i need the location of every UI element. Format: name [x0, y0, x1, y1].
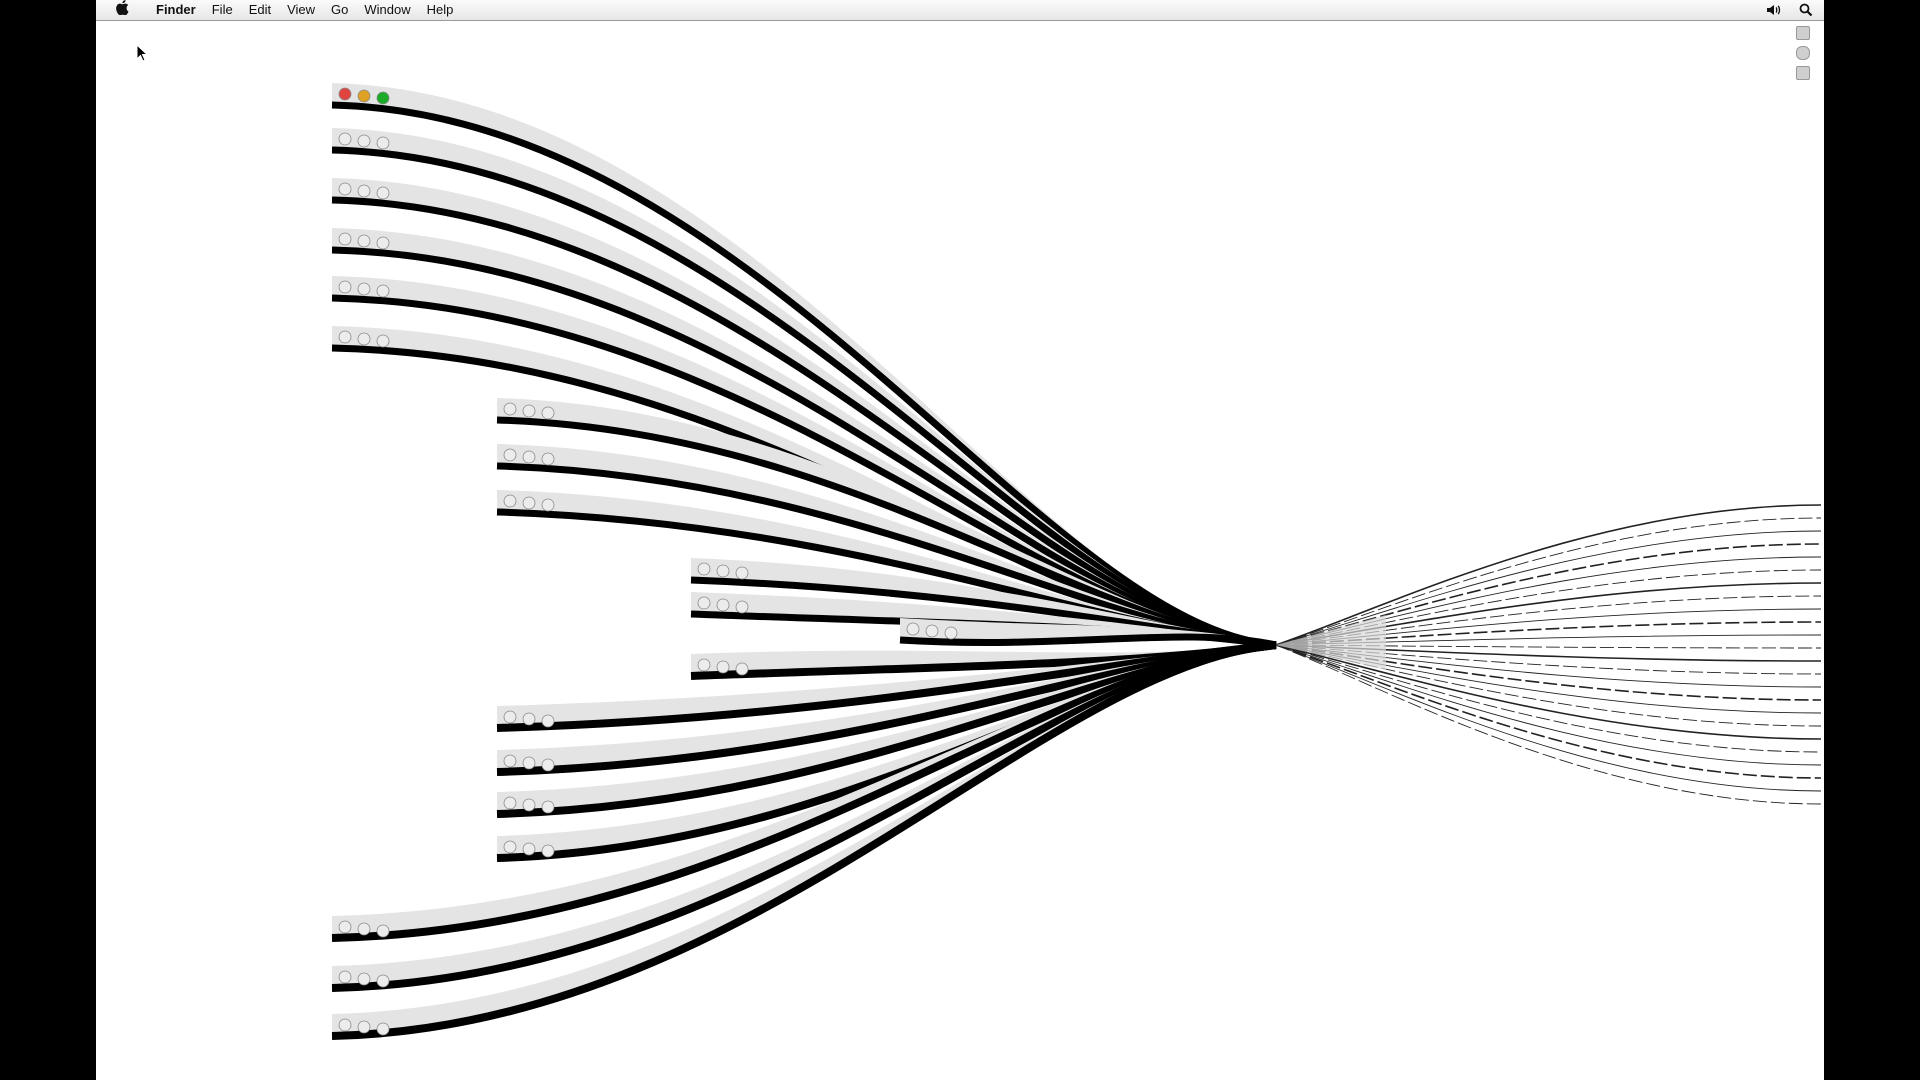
close-button [906, 622, 920, 636]
close-button [338, 132, 352, 146]
close-button [503, 840, 517, 854]
menu-file[interactable]: File [204, 0, 241, 20]
minimize-button [716, 660, 730, 674]
minimize-button [357, 1020, 371, 1034]
zoom-button [735, 662, 749, 676]
minimize-button [357, 184, 371, 198]
zoom-button [376, 334, 390, 348]
minimize-button [925, 624, 939, 638]
disk-icon[interactable] [1796, 46, 1810, 60]
zoom-button [944, 626, 958, 640]
minimize-button [357, 234, 371, 248]
close-button [503, 796, 517, 810]
genie-animation [331, 83, 1822, 1040]
zoom-button [376, 136, 390, 150]
window-edge [331, 101, 1277, 649]
minimize-button [522, 404, 536, 418]
close-button [338, 182, 352, 196]
menu-bar: Finder File Edit View Go Window Help [96, 0, 1824, 21]
minimize-button [522, 496, 536, 510]
close-button [503, 710, 517, 724]
close-button [338, 232, 352, 246]
menu-go[interactable]: Go [323, 0, 356, 20]
zoom-button [376, 284, 390, 298]
zoom-button [376, 1022, 390, 1036]
minimize-button [357, 972, 371, 986]
minimize-button [522, 842, 536, 856]
desktop-icons [1796, 26, 1810, 80]
zoom-button [376, 186, 390, 200]
zoom-button [541, 498, 555, 512]
close-button [503, 494, 517, 508]
zoom-button [735, 600, 749, 614]
minimize-button [716, 564, 730, 578]
close-button [697, 562, 711, 576]
close-button [503, 754, 517, 768]
minimize-button [522, 798, 536, 812]
close-button [697, 596, 711, 610]
volume-drive-icon[interactable] [1796, 66, 1810, 80]
menu-help[interactable]: Help [419, 0, 462, 20]
close-button [338, 280, 352, 294]
menu-view[interactable]: View [279, 0, 323, 20]
zoom-button [376, 974, 390, 988]
zoom-button [541, 406, 555, 420]
close-button [697, 658, 711, 672]
zoom-button [541, 758, 555, 772]
zoom-button [541, 452, 555, 466]
close-button [338, 920, 352, 934]
minimize-button [357, 332, 371, 346]
zoom-button [541, 714, 555, 728]
zoom-button [376, 924, 390, 938]
zoom-button [376, 236, 390, 250]
apple-logo-icon[interactable] [96, 0, 148, 20]
close-button [338, 970, 352, 984]
genie-focal-wedge [1276, 615, 1386, 670]
minimize-button [357, 89, 371, 103]
zoom-button [376, 91, 390, 105]
mouse-pointer-icon [136, 43, 149, 67]
hard-drive-icon[interactable] [1796, 26, 1810, 40]
minimize-button [522, 712, 536, 726]
close-button [503, 448, 517, 462]
spotlight-search-icon[interactable] [1798, 2, 1814, 18]
close-button [338, 87, 352, 101]
menu-edit[interactable]: Edit [241, 0, 279, 20]
minimize-button [357, 922, 371, 936]
zoom-button [541, 844, 555, 858]
minimize-button [522, 756, 536, 770]
close-button [338, 1018, 352, 1032]
minimize-button [357, 282, 371, 296]
close-button [338, 330, 352, 344]
menu-window[interactable]: Window [356, 0, 418, 20]
stretched-window-line [1275, 644, 1822, 792]
desktop-screen: Finder File Edit View Go Window Help [96, 0, 1824, 1080]
minimize-button [716, 598, 730, 612]
close-button [503, 402, 517, 416]
minimize-button [522, 450, 536, 464]
zoom-button [735, 566, 749, 580]
zoom-button [541, 800, 555, 814]
volume-icon[interactable] [1766, 2, 1782, 18]
menu-finder[interactable]: Finder [148, 0, 204, 20]
minimize-button [357, 134, 371, 148]
